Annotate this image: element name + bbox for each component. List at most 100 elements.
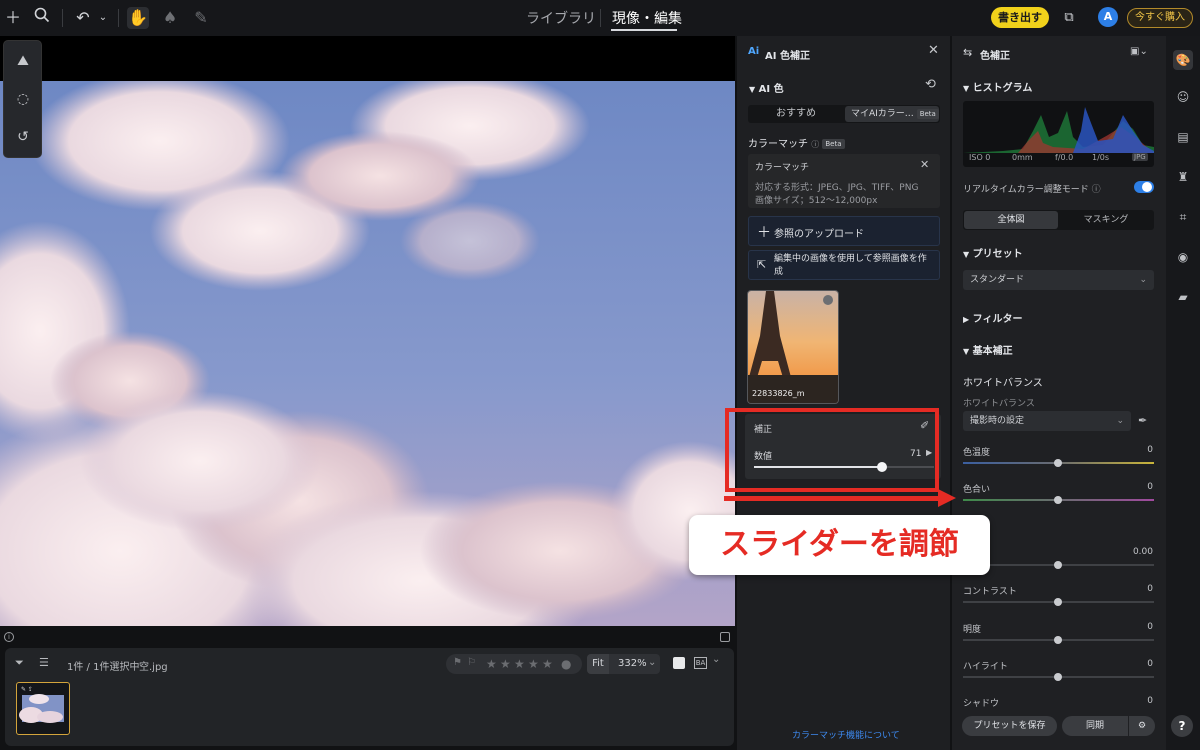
tint-handle[interactable]	[1054, 496, 1062, 504]
tab-my-ai-color-label: マイAIカラー…	[851, 109, 914, 119]
thumbnail[interactable]: ✎ ⇪	[16, 682, 70, 735]
brightness-handle[interactable]	[1054, 636, 1062, 644]
filter-icon[interactable]: ⏷	[15, 656, 24, 670]
top-bar: ＋ ↶ ⌄ ✋ ♠ ✎ ライブラリ 現像・編集 書き出す ⧉ A 今すぐ購入	[0, 0, 1200, 36]
ai-landscape-icon[interactable]: ⛰	[13, 51, 33, 71]
search-icon[interactable]	[31, 7, 53, 29]
preset-value: スタンダード	[970, 275, 1025, 285]
plus-icon[interactable]: ＋	[2, 7, 24, 29]
zoom-value[interactable]: 332%	[618, 658, 647, 669]
selection-count: 1件 / 1件選択中	[67, 662, 140, 673]
upload-reference-button[interactable]: ＋ 参照のアップロード	[748, 216, 940, 246]
chevron-down-icon[interactable]: ⌄	[712, 654, 720, 665]
sort-icon[interactable]: ☰	[39, 656, 49, 669]
chevron-down-icon[interactable]: ⌄	[92, 7, 114, 29]
preset-heading[interactable]: ▼ プリセット	[963, 245, 1023, 260]
temperature-handle[interactable]	[1054, 459, 1062, 467]
buy-now-button[interactable]: 今すぐ購入	[1127, 8, 1193, 28]
realtime-toggle-knob	[1142, 182, 1152, 192]
exposure-handle[interactable]	[1054, 561, 1062, 569]
scope-tabs: 全体図 マスキング	[963, 210, 1154, 230]
highlight-label: ハイライト	[963, 662, 1008, 672]
portrait-icon[interactable]: ☺	[1175, 89, 1191, 105]
hand-icon[interactable]: ✋	[127, 7, 149, 29]
close-icon[interactable]: ✕	[928, 43, 939, 58]
reject-flag-icon[interactable]: ⚐	[467, 657, 476, 668]
layout-icon[interactable]: ▣⌄	[1130, 46, 1148, 57]
realtime-mode-label: リアルタイムカラー調整モード ⓘ	[963, 182, 1101, 195]
eyedropper-icon[interactable]: ✒	[1138, 414, 1147, 427]
star-icon[interactable]: ★	[500, 657, 511, 671]
filmstrip: ⏷ ☰ 1件 / 1件選択中 空.jpg ⚑ ⚐ ★ ★ ★ ★ ★ ● Fit…	[5, 648, 734, 746]
color-correction-panel: ⇆ 色補正 ▣⌄ ▼ ヒストグラム ISO 0 0mm f/0.0 1/0s J…	[952, 36, 1166, 750]
chevron-down-icon: ⌄	[1116, 416, 1124, 426]
contrast-handle[interactable]	[1054, 598, 1062, 606]
star-icon[interactable]: ★	[514, 657, 525, 671]
info-icon[interactable]: i	[4, 632, 14, 642]
sliders-icon: ⇆	[963, 46, 973, 59]
help-button[interactable]: ?	[1171, 715, 1193, 737]
compare-icon[interactable]: ⧉	[1058, 7, 1080, 29]
tab-develop[interactable]: 現像・編集	[612, 8, 682, 28]
chevron-down-icon[interactable]: ⌄	[648, 657, 656, 668]
filter-heading-label: フィルター	[972, 314, 1023, 325]
fit-button[interactable]: Fit	[587, 654, 609, 674]
tab-whole-image[interactable]: 全体図	[964, 211, 1058, 229]
zoom-control[interactable]: Fit 332% ⌄	[587, 654, 660, 674]
ai-color-heading[interactable]: ▼ AI 色	[749, 80, 784, 95]
gradient-icon[interactable]: ▤	[1175, 129, 1191, 145]
preset-select[interactable]: スタンダード ⌄	[963, 270, 1154, 290]
close-icon[interactable]: ✕	[920, 158, 929, 171]
image-size-range: 画像サイズ；512〜12,000px	[755, 196, 878, 206]
single-view-icon[interactable]	[673, 657, 685, 669]
temperature-value: 0	[1147, 445, 1153, 455]
crop-icon[interactable]: ⌗	[1175, 209, 1191, 225]
chevron-down-icon: ⌄	[1139, 275, 1147, 285]
tab-library[interactable]: ライブラリ	[526, 8, 596, 28]
stamp-icon[interactable]: ♠	[159, 7, 181, 29]
beta-badge: Beta	[822, 139, 845, 149]
sync-button[interactable]: 同期	[1062, 716, 1128, 736]
histogram-heading[interactable]: ▼ ヒストグラム	[963, 79, 1032, 94]
flag-icon[interactable]: ⚑	[453, 657, 462, 668]
reset-icon[interactable]: ⟲	[925, 77, 936, 92]
about-color-match-link[interactable]: カラーマッチ機能について	[792, 728, 900, 741]
undo-icon[interactable]: ↶	[72, 7, 94, 29]
reference-image-card[interactable]: 22833826_m	[747, 290, 839, 404]
white-balance-select[interactable]: 撮影時の設定 ⌄	[963, 411, 1131, 431]
help-icon[interactable]: ⓘ	[811, 140, 819, 149]
export-button[interactable]: 書き出す	[991, 7, 1049, 28]
star-icon[interactable]: ★	[528, 657, 539, 671]
tab-masking[interactable]: マスキング	[1059, 210, 1153, 230]
panel-toggle-icon[interactable]	[720, 632, 730, 642]
clothing-icon[interactable]: ♜	[1175, 169, 1191, 185]
svg-text:✎ ⇪: ✎ ⇪	[21, 686, 33, 693]
filter-heading[interactable]: ▶ フィルター	[963, 310, 1022, 325]
basic-heading[interactable]: ▼ 基本補正	[963, 342, 1013, 357]
callout-label: スライダーを調節	[689, 515, 990, 575]
image-canvas[interactable]	[0, 36, 735, 626]
camera-icon[interactable]: ◉	[1175, 249, 1191, 265]
brightness-value: 0	[1147, 622, 1153, 632]
vignette-icon[interactable]: ◌	[13, 89, 33, 109]
histo-focal: 0mm	[1012, 153, 1033, 162]
history-icon[interactable]: ↺	[13, 127, 33, 147]
folder-settings-icon[interactable]: ▰	[1175, 289, 1191, 305]
create-reference-button[interactable]: ⇱ 編集中の画像を使用して参照画像を作成	[748, 250, 940, 280]
tab-divider	[600, 9, 601, 27]
color-label-icon[interactable]: ●	[561, 657, 571, 671]
avatar[interactable]: A	[1098, 7, 1118, 27]
help-icon[interactable]: ⓘ	[1092, 185, 1101, 195]
palette-icon[interactable]: 🎨	[1173, 50, 1193, 70]
brush-icon[interactable]: ✎	[190, 7, 212, 29]
plus-icon: ＋	[757, 225, 771, 241]
before-after-icon[interactable]: BA	[694, 657, 707, 669]
tab-recommended[interactable]: おすすめ	[748, 105, 844, 123]
photo-preview[interactable]	[0, 81, 735, 626]
star-icon[interactable]: ★	[486, 657, 497, 671]
star-icon[interactable]: ★	[542, 657, 553, 671]
sync-settings-icon[interactable]: ⚙	[1129, 716, 1155, 736]
tab-my-ai-color[interactable]: マイAIカラー… Beta	[845, 106, 939, 122]
save-preset-button[interactable]: プリセットを保存	[962, 716, 1057, 736]
highlight-handle[interactable]	[1054, 673, 1062, 681]
